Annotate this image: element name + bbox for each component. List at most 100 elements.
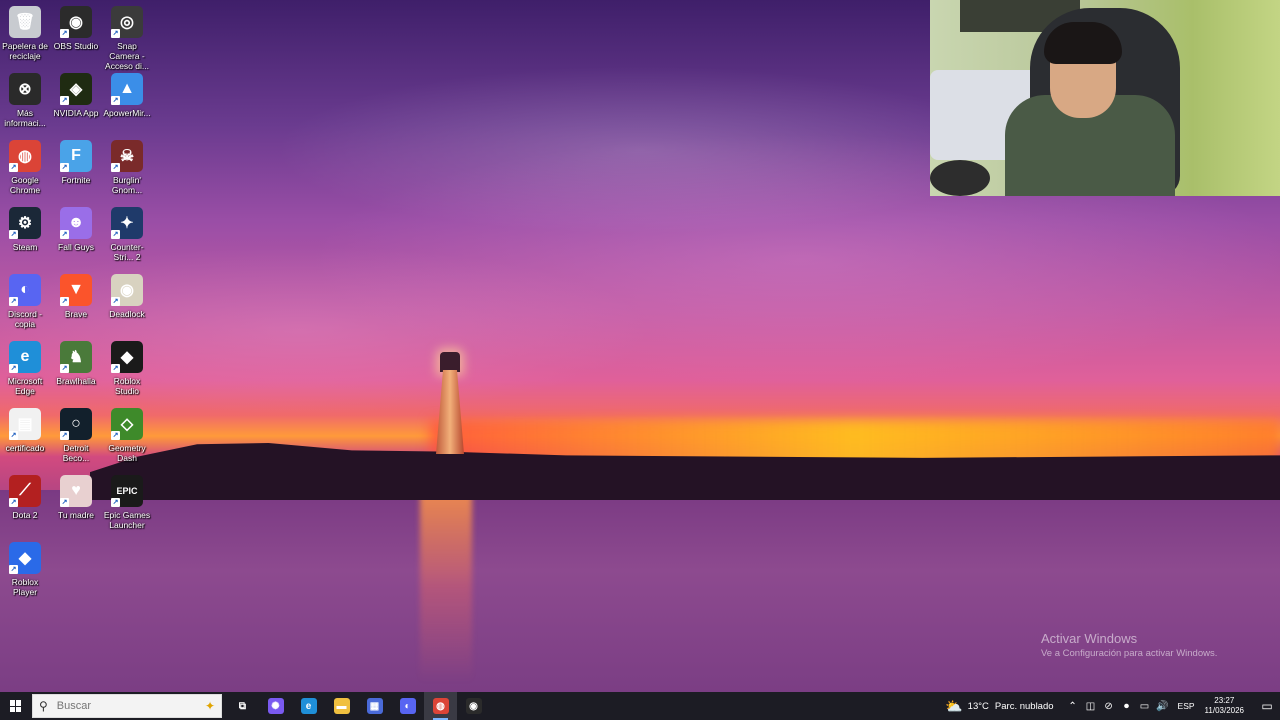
taskbar-app-task-view[interactable]: ⧉ (226, 692, 259, 720)
taskbar: ⚲ ✦ ⧉ ✺ e ▬ ▦ ◐ ◍ ◉ ⛅ 13°C Parc. nublado ⌃ ◫ ⊘ … (0, 692, 1280, 720)
desktop-icon-steam[interactable]: ⚙ ↗ Steam (0, 207, 50, 273)
shortcut-arrow-icon: ↗ (111, 96, 120, 105)
desktop-icon-detroit[interactable]: ○ ↗ Detroit Beco... (51, 408, 101, 474)
desktop-icon-label: Dota 2 (12, 510, 38, 520)
discord-icon: ◐ (399, 698, 416, 714)
notification-center-icon[interactable]: ▭ (1254, 699, 1280, 713)
desktop-icon-label: Roblox Player (11, 577, 39, 597)
desktop-icon-label: Detroit Beco... (62, 443, 90, 463)
desktop-icon-label: Burglin' Gnom... (111, 175, 143, 195)
microphone-icon[interactable]: ⏺ (1119, 701, 1135, 712)
desktop-wallpaper: 🗑 Papelera de reciclaje ◉ ↗ OBS Studio ◎ ↗ Snap… (0, 0, 1280, 692)
shortcut-arrow-icon: ↗ (9, 163, 18, 172)
desktop-icon-epic-games[interactable]: EPIC ↗ Epic Games Launcher (102, 475, 152, 541)
fortnite-icon: F ↗ (60, 140, 92, 172)
shortcut-arrow-icon: ↗ (9, 431, 18, 440)
edge-icon: e ↗ (9, 341, 41, 373)
desktop-icon-nvidia[interactable]: ◈ ↗ NVIDIA App (51, 73, 101, 139)
geometry-dash-icon: ◇ ↗ (111, 408, 143, 440)
taskbar-app-obs[interactable]: ◉ (457, 692, 490, 720)
desktop-icon-geometry-dash[interactable]: ◇ ↗ Geometry Dash (102, 408, 152, 474)
desktop-icon-counter-strike[interactable]: ✦ ↗ Counter-Stri... 2 (102, 207, 152, 273)
burglin-gnomes-icon: ☠ ↗ (111, 140, 143, 172)
desktop-icon-info[interactable]: ⊗ Más informaci... (0, 73, 50, 139)
language-indicator[interactable]: ESP (1178, 701, 1195, 711)
discord-icon: ◐ ↗ (9, 274, 41, 306)
chrome-icon: ◍ (432, 698, 449, 714)
desktop-icon-document[interactable]: ▤ ↗ certificado (0, 408, 50, 474)
desktop-icon-fall-guys[interactable]: ☻ ↗ Fall Guys (51, 207, 101, 273)
activation-watermark: Activar Windows Ve a Configuración para … (1041, 631, 1217, 659)
clock-date: 11/03/2026 (1204, 706, 1244, 715)
shortcut-arrow-icon: ↗ (111, 230, 120, 239)
taskbar-app-edge[interactable]: e (292, 692, 325, 720)
desktop-icon-label: Brawlhalla (56, 376, 96, 386)
shortcut-arrow-icon: ↗ (111, 364, 120, 373)
desktop-icon-brawlhalla[interactable]: ♞ ↗ Brawlhalla (51, 341, 101, 407)
shortcut-arrow-icon: ↗ (9, 230, 18, 239)
desktop-icon-label: Snap Camera - Acceso di... (105, 41, 149, 71)
shortcut-arrow-icon: ↗ (60, 230, 69, 239)
shortcut-arrow-icon: ↗ (111, 29, 120, 38)
shortcut-arrow-icon: ↗ (9, 297, 18, 306)
snap-camera-icon: ◎ ↗ (111, 6, 143, 38)
taskbar-app-copilot[interactable]: ✺ (259, 692, 292, 720)
desktop-icon-burglin-gnomes[interactable]: ☠ ↗ Burglin' Gnom... (102, 140, 152, 206)
shortcut-arrow-icon: ↗ (111, 431, 120, 440)
desktop-icon-recycle-bin[interactable]: 🗑 Papelera de reciclaje (0, 6, 50, 72)
search-input[interactable] (54, 699, 179, 713)
desktop-icon-label: NVIDIA App (53, 108, 99, 118)
info-icon: ⊗ (9, 73, 41, 105)
desktop-icon-fortnite[interactable]: F ↗ Fortnite (51, 140, 101, 206)
shortcut-arrow-icon: ↗ (111, 163, 120, 172)
desktop-icon-label: Fall Guys (58, 242, 94, 252)
taskbar-app-discord[interactable]: ◐ (391, 692, 424, 720)
tray-app-icon[interactable]: ◫ (1083, 701, 1099, 712)
volume-icon[interactable]: 🔊 (1155, 701, 1171, 712)
watermark-subtitle: Ve a Configuración para activar Windows. (1041, 648, 1218, 659)
desktop-icon-edge[interactable]: e ↗ Microsoft Edge (0, 341, 50, 407)
taskbar-app-chrome[interactable]: ◍ (424, 692, 457, 720)
taskbar-search[interactable]: ⚲ ✦ (32, 694, 222, 718)
desktop-icon-label: OBS Studio (53, 41, 99, 51)
desktop-icon-chrome[interactable]: ◍ ↗ Google Chrome (0, 140, 50, 206)
deadlock-icon: ◉ ↗ (111, 274, 143, 306)
network-icon[interactable]: ▭ (1137, 701, 1153, 712)
shortcut-arrow-icon: ↗ (60, 29, 69, 38)
epic-games-icon: EPIC ↗ (111, 475, 143, 507)
counter-strike-icon: ✦ ↗ (111, 207, 143, 239)
desktop-icon-label: Roblox Studio (113, 376, 141, 396)
desktop-icon-brave[interactable]: ▼ ↗ Brave (51, 274, 101, 340)
desktop-icon-roblox-player[interactable]: ◆ ↗ Roblox Player (0, 542, 50, 608)
desktop-icon-dota2[interactable]: ⟋ ↗ Dota 2 (0, 475, 50, 541)
shortcut-arrow-icon: ↗ (9, 364, 18, 373)
desktop-icon-label: ApowerMir... (103, 108, 151, 118)
file-explorer-icon: ▬ (333, 698, 350, 714)
wifi-off-icon[interactable]: ⊘ (1101, 701, 1117, 712)
document-icon: ▤ ↗ (9, 408, 41, 440)
desktop-icon-label: Deadlock (109, 309, 145, 319)
shortcut-arrow-icon: ↗ (111, 297, 120, 306)
detroit-icon: ○ ↗ (60, 408, 92, 440)
brave-icon: ▼ ↗ (60, 274, 92, 306)
taskbar-app-microsoft-store[interactable]: ▦ (358, 692, 391, 720)
shortcut-arrow-icon: ↗ (60, 364, 69, 373)
chevron-up-icon[interactable]: ⌃ (1065, 701, 1081, 712)
desktop-icon-label: Google Chrome (9, 175, 41, 195)
apowermirror-icon: ▲ ↗ (111, 73, 143, 105)
desktop-icon-roblox-studio[interactable]: ◆ ↗ Roblox Studio (102, 341, 152, 407)
desktop-icon-obs[interactable]: ◉ ↗ OBS Studio (51, 6, 101, 72)
weather-widget[interactable]: ⛅ 13°C Parc. nublado (945, 698, 1053, 715)
shortcut-arrow-icon: ↗ (111, 498, 120, 507)
search-highlight-icon[interactable]: ✦ (205, 699, 215, 713)
shortcut-arrow-icon: ↗ (60, 163, 69, 172)
desktop-icon-deadlock[interactable]: ◉ ↗ Deadlock (102, 274, 152, 340)
desktop-icon-snap-camera[interactable]: ◎ ↗ Snap Camera - Acceso di... (102, 6, 152, 72)
desktop-icon-apowermirror[interactable]: ▲ ↗ ApowerMir... (102, 73, 152, 139)
desktop-icon-discord[interactable]: ◐ ↗ Discord - copia (0, 274, 50, 340)
start-button[interactable] (0, 692, 32, 720)
roblox-studio-icon: ◆ ↗ (111, 341, 143, 373)
taskbar-app-file-explorer[interactable]: ▬ (325, 692, 358, 720)
clock[interactable]: 23:27 11/03/2026 (1205, 696, 1244, 716)
desktop-icon-image[interactable]: ♥ ↗ Tu madre (51, 475, 101, 541)
